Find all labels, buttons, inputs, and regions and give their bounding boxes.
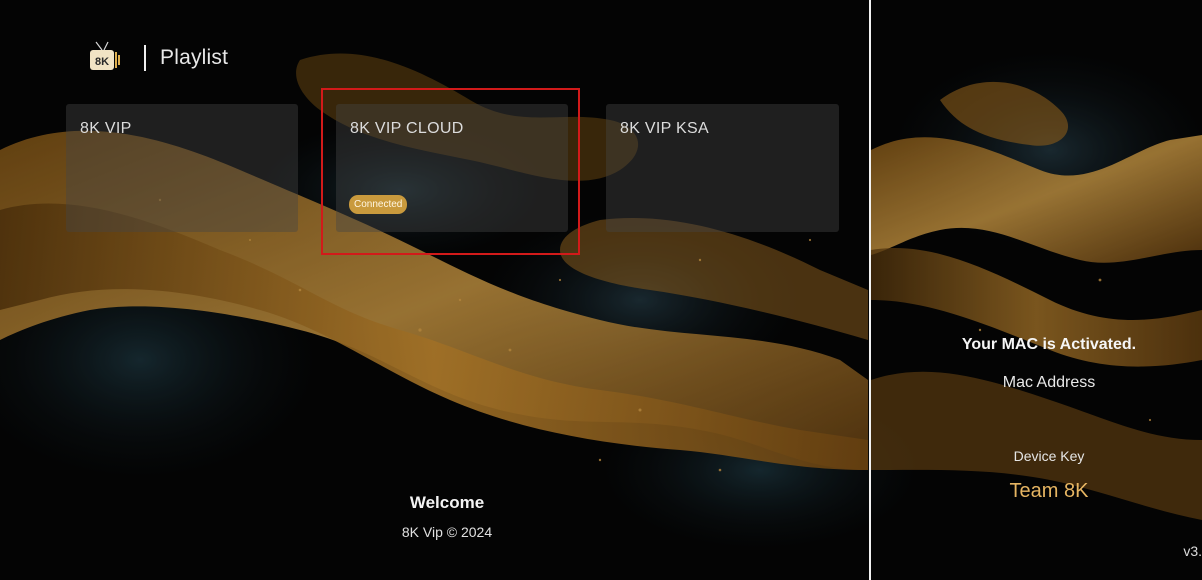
copyright-text: 8K Vip © 2024: [401, 524, 493, 540]
page-title: Playlist: [160, 46, 229, 69]
mac-status-text: Your MAC is Activated.: [961, 336, 1137, 353]
playlist-name: 8K VIP: [80, 120, 132, 137]
welcome-title: Welcome: [409, 493, 485, 512]
playlist-card-8k-vip-cloud[interactable]: 8K VIP CLOUD Connected: [336, 104, 568, 232]
version-text: v3.: [1183, 543, 1202, 559]
connected-badge: Connected: [349, 195, 408, 214]
playlist-name: 8K VIP KSA: [620, 120, 709, 137]
playlist-card-8k-vip[interactable]: 8K VIP: [66, 104, 298, 232]
playlist-name: 8K VIP CLOUD: [350, 120, 464, 137]
device-key-label: Device Key: [1013, 448, 1085, 464]
device-key-value: Team 8K: [1009, 480, 1089, 502]
mac-address-label: Mac Address: [1002, 374, 1096, 391]
app-logo: 8K: [88, 38, 122, 78]
device-info-panel: Your MAC is Activated. Mac Address Devic…: [871, 0, 1202, 580]
svg-text:8K: 8K: [95, 56, 109, 68]
welcome-footer: Welcome 8K Vip © 2024: [362, 493, 532, 540]
header-separator: [144, 45, 146, 71]
playlist-card-8k-vip-ksa[interactable]: 8K VIP KSA: [606, 104, 839, 232]
app-header: 8K Playlist: [88, 36, 228, 80]
